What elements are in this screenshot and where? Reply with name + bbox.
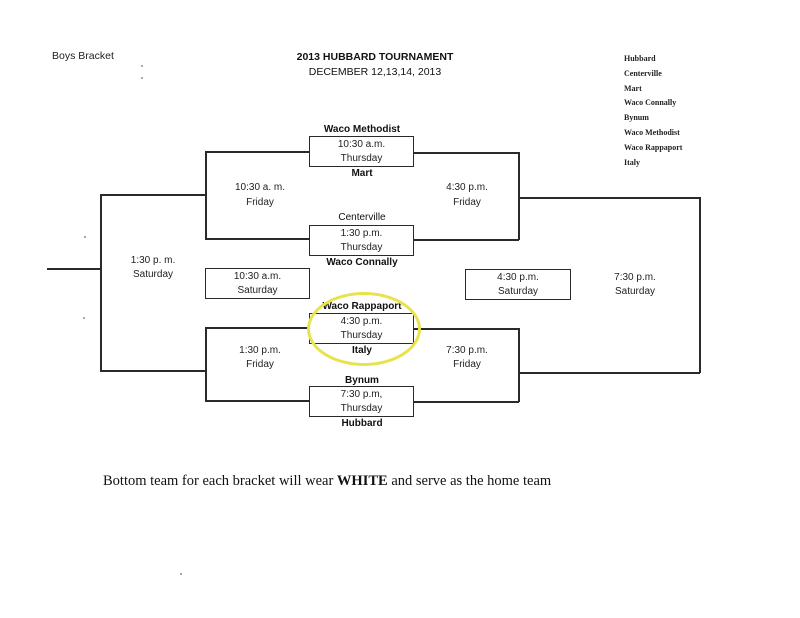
bracket-line [100, 370, 206, 372]
team-list-item: Waco Rappaport [624, 142, 683, 152]
team-list-item: Waco Methodist [624, 127, 680, 137]
tournament-title: 2013 HUBBARD TOURNAMENT [296, 51, 454, 63]
game2-box: 1:30 p.m. Thursday [309, 225, 414, 256]
bracket-line [518, 328, 520, 402]
scan-speck [84, 236, 86, 238]
consolation-semi2-day: Friday [246, 359, 274, 370]
team-list-item: Mart [624, 83, 642, 93]
footer-note: Bottom team for each bracket will wear W… [103, 473, 551, 490]
scan-speck [83, 317, 85, 319]
team-list-item: Italy [624, 157, 640, 167]
bracket-line [205, 400, 310, 402]
game4-day: Thursday [340, 403, 383, 414]
winner-semi2-day: Friday [453, 359, 481, 370]
bracket-line [47, 268, 101, 270]
team-list-item: Hubbard [624, 54, 656, 63]
consolation-semi2-time: 1:30 p.m. [239, 345, 281, 356]
game4-top-team: Bynum [345, 375, 379, 386]
bracket-line [414, 239, 519, 241]
winner-semi2-time: 7:30 p.m. [446, 345, 488, 356]
scan-speck [141, 65, 143, 67]
scan-speck [180, 573, 182, 575]
bracket-line [100, 194, 206, 196]
saturday-left-box: 10:30 a.m. Saturday [205, 268, 310, 299]
game1-time: 10:30 a.m. [337, 139, 386, 150]
saturday-left-day: Saturday [237, 285, 278, 296]
consolation-semi1-time: 10:30 a. m. [234, 182, 286, 193]
bracket-line [205, 327, 207, 401]
bracket-line [699, 197, 701, 373]
team-list-item: Bynum [624, 113, 649, 123]
game1-bottom-team: Mart [351, 168, 373, 179]
footer-text-before: Bottom team for each bracket will wear [103, 473, 337, 489]
bracket-line [100, 194, 102, 371]
championship-time: 7:30 p.m. [614, 272, 656, 283]
saturday-right-day: Saturday [497, 286, 539, 297]
championship-day: Saturday [614, 286, 656, 297]
game2-bottom-team: Waco Connally [326, 257, 398, 268]
bracket-line [414, 152, 519, 154]
bracket-line [205, 327, 310, 329]
bracket-line [518, 152, 520, 240]
game1-day: Thursday [340, 153, 383, 164]
saturday-left-time: 10:30 a.m. [233, 271, 282, 282]
game2-day: Thursday [340, 242, 383, 253]
scan-speck [141, 77, 143, 79]
game1-box: 10:30 a.m. Thursday [309, 136, 414, 167]
bracket-label: Boys Bracket [52, 50, 114, 62]
winner-semi1-day: Friday [453, 197, 481, 208]
consolation-final-day: Saturday [132, 269, 174, 280]
bracket-line [518, 197, 700, 199]
bracket-line [205, 238, 310, 240]
footer-text-after: and serve as the home team [387, 473, 552, 489]
winner-semi1-time: 4:30 p.m. [446, 182, 488, 193]
consolation-semi1-day: Friday [246, 197, 274, 208]
bracket-line [414, 328, 519, 330]
team-list-item: Waco Connally [624, 98, 677, 108]
highlight-circle [307, 292, 421, 366]
saturday-right-time: 4:30 p.m. [497, 272, 539, 283]
saturday-right-box: 4:30 p.m. Saturday [465, 269, 571, 300]
team-list-item: Centerville [624, 68, 662, 78]
tournament-dates: DECEMBER 12,13,14, 2013 [308, 66, 442, 78]
game2-time: 1:30 p.m. [340, 228, 383, 239]
bracket-line [205, 151, 310, 153]
team-list: Hubbard Centerville Mart Waco Connally B… [624, 52, 682, 170]
bracket-line [414, 401, 519, 403]
game4-bottom-team: Hubbard [341, 418, 383, 429]
footer-emphasis: WHITE [336, 473, 388, 489]
consolation-final-time: 1:30 p. m. [130, 255, 176, 266]
game2-top-team: Centerville [338, 212, 386, 223]
game4-box: 7:30 p.m, Thursday [309, 386, 414, 417]
bracket-line [518, 372, 700, 374]
game4-time: 7:30 p.m, [340, 389, 383, 400]
game1-top-team: Waco Methodist [323, 124, 401, 135]
